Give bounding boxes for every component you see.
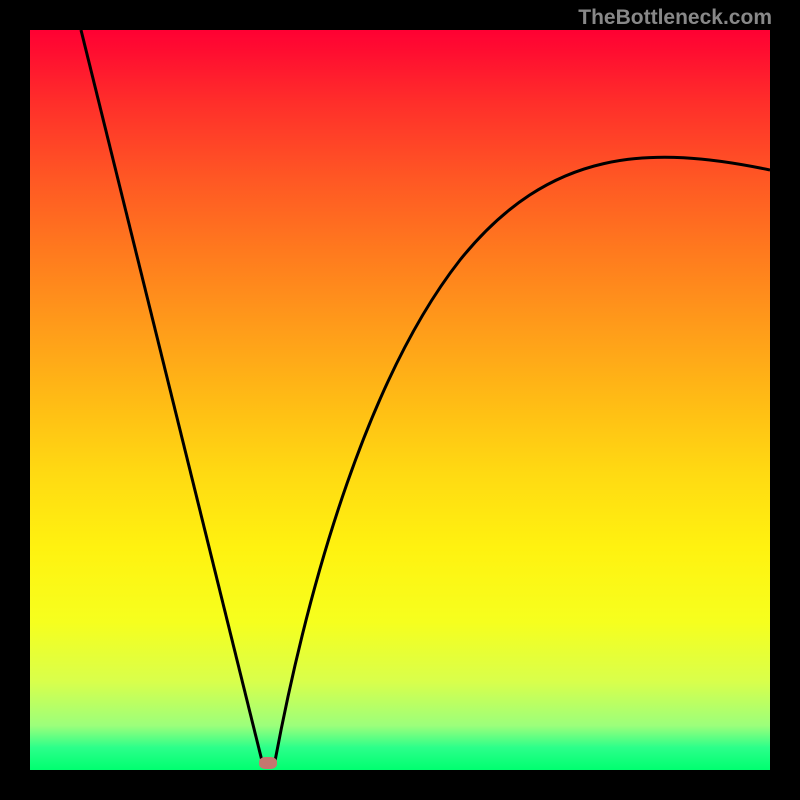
watermark-text: TheBottleneck.com [578, 6, 772, 30]
curve-right-branch [275, 157, 770, 761]
plot-area [30, 30, 770, 770]
optimum-marker [259, 757, 277, 769]
bottleneck-curve [30, 30, 770, 770]
curve-left-branch [81, 30, 262, 761]
chart-container: TheBottleneck.com [0, 0, 800, 800]
